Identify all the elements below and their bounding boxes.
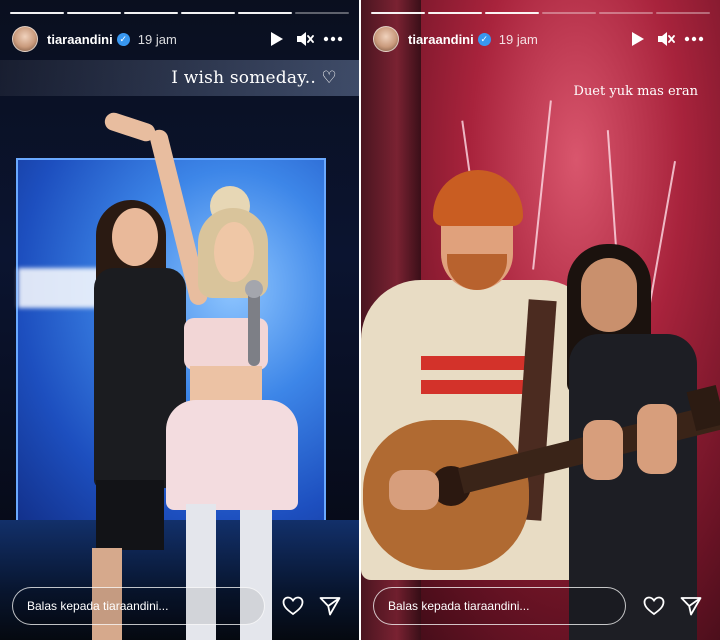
story-header: tiaraandini ✓ 19 jam: [373, 24, 708, 54]
verified-badge-icon: ✓: [477, 32, 491, 46]
story-progress-bar: [371, 12, 710, 14]
username[interactable]: tiaraandini: [47, 32, 113, 47]
story-header: tiaraandini ✓ 19 jam: [12, 24, 347, 54]
story-caption: Duet yuk mas eran: [573, 84, 698, 99]
girl-face: [581, 258, 637, 332]
girl-face: [112, 208, 158, 266]
mute-icon: [297, 32, 314, 46]
story-footer: Balas kepada tiaraandini...: [373, 586, 708, 626]
share-button[interactable]: [675, 589, 708, 623]
girl-skirt: [96, 480, 164, 550]
play-button[interactable]: [624, 25, 652, 53]
wax-figure-face: [214, 222, 254, 282]
play-icon: [271, 32, 283, 46]
avatar[interactable]: [373, 26, 399, 52]
hoodie-stripe: [421, 356, 525, 370]
like-button[interactable]: [638, 589, 671, 623]
more-icon: [323, 36, 343, 42]
username[interactable]: tiaraandini: [408, 32, 474, 47]
share-button[interactable]: [314, 589, 347, 623]
caption-banner: I wish someday.. ♡: [0, 60, 359, 96]
progress-segment: [181, 12, 235, 14]
progress-segment: [656, 12, 710, 14]
hand: [637, 404, 677, 474]
story-timestamp: 19 jam: [498, 31, 538, 47]
hoodie-stripe: [421, 380, 525, 394]
heart-icon: [282, 596, 304, 616]
progress-segment: [67, 12, 121, 14]
mute-button[interactable]: [291, 25, 319, 53]
send-icon: [680, 597, 702, 616]
wax-figure-skirt: [166, 400, 298, 510]
story-timestamp: 19 jam: [137, 31, 177, 47]
reply-input[interactable]: Balas kepada tiaraandini...: [12, 587, 265, 625]
progress-segment: [124, 12, 178, 14]
story-panel-right[interactable]: tiaraandini ✓ 19 jam Duet yuk mas eran B…: [361, 0, 720, 640]
progress-segment: [542, 12, 596, 14]
progress-segment: [10, 12, 64, 14]
heart-icon: [643, 596, 665, 616]
mute-button[interactable]: [652, 25, 680, 53]
send-icon: [319, 597, 341, 616]
progress-segment: [238, 12, 292, 14]
progress-segment: [485, 12, 539, 14]
progress-segment: [295, 12, 349, 14]
microphone-head: [245, 280, 263, 298]
story-progress-bar: [10, 12, 349, 14]
avatar[interactable]: [12, 26, 38, 52]
play-button[interactable]: [263, 25, 291, 53]
hand: [389, 470, 439, 510]
play-icon: [632, 32, 644, 46]
story-panel-left[interactable]: tiaraandini ✓ 19 jam I wish someday.. ♡ …: [0, 0, 359, 640]
reply-input[interactable]: Balas kepada tiaraandini...: [373, 587, 626, 625]
progress-segment: [599, 12, 653, 14]
more-icon: [684, 36, 704, 42]
more-options-button[interactable]: [319, 25, 347, 53]
progress-segment: [371, 12, 425, 14]
verified-badge-icon: ✓: [116, 32, 130, 46]
like-button[interactable]: [277, 589, 310, 623]
story-footer: Balas kepada tiaraandini...: [12, 586, 347, 626]
progress-segment: [428, 12, 482, 14]
hand: [583, 420, 623, 480]
more-options-button[interactable]: [680, 25, 708, 53]
story-caption: I wish someday.. ♡: [171, 68, 337, 88]
mute-icon: [658, 32, 675, 46]
